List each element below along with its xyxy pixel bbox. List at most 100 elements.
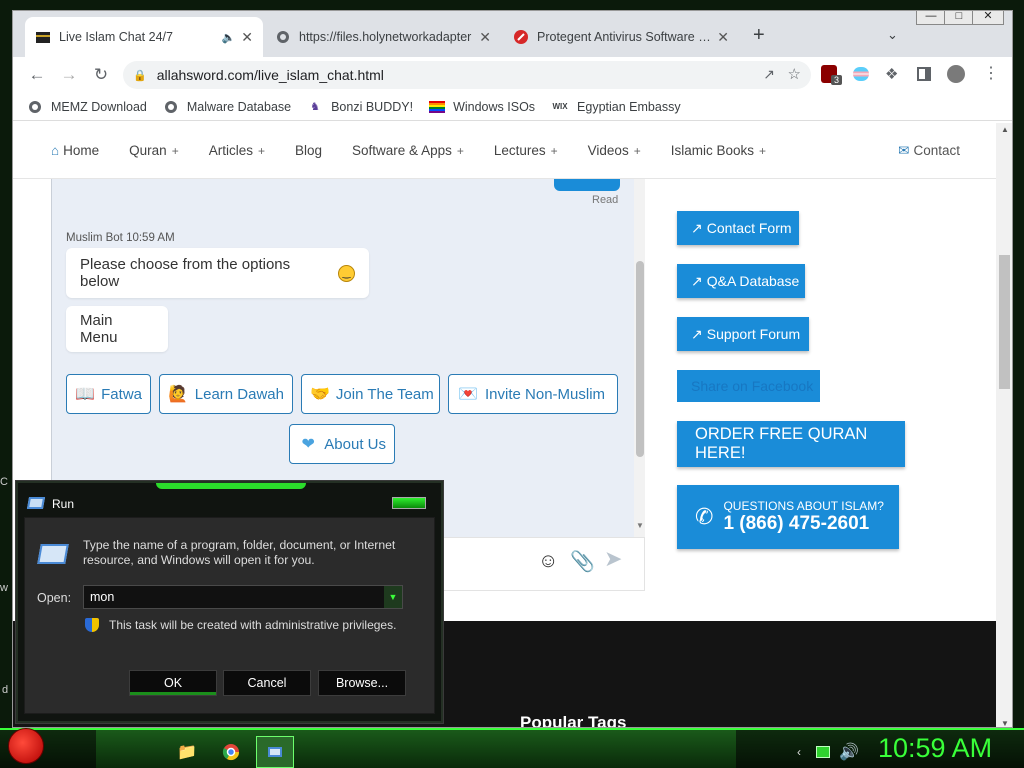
order-free-quran-button[interactable]: ORDER FREE QURAN HERE! bbox=[677, 421, 905, 467]
phone-number: 1 (866) 475-2601 bbox=[723, 513, 870, 534]
nav-contact[interactable]: ✉ Contact bbox=[898, 143, 960, 159]
taskbar-clock[interactable]: 10:59 AM bbox=[878, 733, 992, 764]
browse-button[interactable]: Browse... bbox=[318, 670, 406, 696]
scroll-up-arrow-icon[interactable]: ▲ bbox=[1001, 125, 1009, 134]
scroll-down-arrow-icon[interactable]: ▼ bbox=[1001, 719, 1009, 727]
browser-menu-icon[interactable]: ⋮ bbox=[983, 63, 999, 83]
chat-scroll-thumb[interactable] bbox=[636, 261, 644, 457]
chat-scrollbar[interactable]: ▼ bbox=[634, 179, 645, 537]
nav-articles[interactable]: Articles + bbox=[209, 143, 265, 158]
globe-icon bbox=[163, 99, 179, 115]
nav-blog[interactable]: Blog bbox=[295, 143, 322, 158]
nav-label: Articles bbox=[208, 143, 253, 158]
reload-icon[interactable]: ↻ bbox=[85, 61, 117, 89]
nav-label: Quran bbox=[129, 143, 167, 158]
expand-plus-icon: + bbox=[633, 144, 641, 158]
blue-heart-icon: ❤ bbox=[301, 436, 315, 453]
bookmark-bonzi-buddy[interactable]: ♞ Bonzi BUDDY! bbox=[307, 99, 413, 115]
option-learn-dawah[interactable]: 🙋 Learn Dawah bbox=[159, 374, 293, 414]
desktop-label-3: d bbox=[2, 684, 9, 696]
audio-playing-icon[interactable]: 🔈 bbox=[222, 31, 236, 44]
extensions-puzzle-icon[interactable]: ❖ bbox=[885, 65, 898, 83]
nav-label: Software & Apps bbox=[352, 143, 452, 158]
run-dialog-body: Type the name of a program, folder, docu… bbox=[24, 517, 435, 714]
bookmark-malware-database[interactable]: Malware Database bbox=[163, 99, 291, 115]
nav-home[interactable]: ⌂ Home bbox=[51, 143, 99, 158]
phone-icon: ✆ bbox=[695, 504, 714, 529]
close-tab-icon[interactable]: ✕ bbox=[717, 29, 729, 46]
start-button-angry-bird-icon[interactable] bbox=[8, 728, 44, 764]
desktop-label-2: w bbox=[0, 582, 8, 594]
bookmark-egyptian-embassy[interactable]: WIX Egyptian Embassy bbox=[551, 99, 681, 115]
chrome-icon[interactable] bbox=[212, 736, 250, 768]
close-window-button[interactable]: ✕ bbox=[972, 11, 1004, 25]
close-dialog-button[interactable] bbox=[392, 497, 426, 509]
page-scrollbar[interactable]: ▲ ▼ bbox=[996, 123, 1012, 727]
lock-icon: 🔒 bbox=[133, 69, 147, 82]
run-taskbar-icon[interactable] bbox=[256, 736, 294, 768]
nav-videos[interactable]: Videos + bbox=[588, 143, 641, 158]
bookmark-star-icon[interactable]: ☆ bbox=[788, 65, 801, 83]
bookmark-windows-isos[interactable]: Windows ISOs bbox=[429, 99, 535, 115]
option-fatwa[interactable]: 📖 Fatwa bbox=[66, 374, 151, 414]
profile-avatar[interactable] bbox=[947, 65, 965, 83]
desktop-label-1: C bbox=[0, 476, 8, 488]
cancel-button[interactable]: Cancel bbox=[223, 670, 311, 696]
close-tab-icon[interactable]: ✕ bbox=[479, 29, 491, 46]
run-description: Type the name of a program, folder, docu… bbox=[83, 538, 396, 567]
tab-search-chevron-icon[interactable]: ⌄ bbox=[887, 27, 898, 43]
expand-plus-icon: + bbox=[456, 144, 464, 158]
file-explorer-icon[interactable]: 📁 bbox=[168, 736, 206, 768]
back-arrow-icon[interactable]: ← bbox=[21, 61, 53, 89]
questions-label: QUESTIONS ABOUT ISLAM? bbox=[723, 499, 884, 513]
dropdown-arrow-icon[interactable]: ▼ bbox=[384, 586, 402, 608]
share-icon[interactable]: ↗ bbox=[763, 66, 775, 83]
minimize-button[interactable]: — bbox=[916, 11, 946, 25]
questions-phone-button[interactable]: ✆ QUESTIONS ABOUT ISLAM? 1 (866) 475-260… bbox=[677, 485, 899, 549]
new-tab-button[interactable]: + bbox=[753, 24, 765, 47]
ok-button[interactable]: OK bbox=[129, 670, 217, 696]
nav-label: Islamic Books bbox=[670, 143, 754, 158]
read-receipt: Read bbox=[592, 194, 619, 206]
browser-toolbar: ← → ↻ 🔒 allahsword.com/live_islam_chat.h… bbox=[13, 57, 1012, 93]
home-icon: ⌂ bbox=[51, 143, 60, 158]
share-facebook-button[interactable]: Share on Facebook bbox=[677, 370, 820, 402]
nav-label: Videos bbox=[587, 143, 629, 158]
external-link-icon: ↗ bbox=[691, 219, 703, 236]
button-label: Share on Facebook bbox=[691, 378, 814, 394]
emoji-picker-icon[interactable]: ☺ bbox=[538, 550, 558, 573]
contact-form-button[interactable]: ↗ Contact Form bbox=[677, 211, 799, 245]
tab-live-islam-chat[interactable]: Live Islam Chat 24/7 🔈 ✕ bbox=[25, 17, 263, 57]
bot-message-text: Please choose from the options below bbox=[80, 256, 291, 290]
tab-protegent-antivirus[interactable]: Protegent Antivirus Software | Do ✕ bbox=[503, 17, 739, 57]
scroll-down-arrow-icon[interactable]: ▼ bbox=[636, 521, 644, 530]
attachment-paperclip-icon[interactable]: 📎 bbox=[570, 549, 595, 574]
page-scroll-thumb[interactable] bbox=[999, 255, 1010, 389]
option-about-us[interactable]: ❤ About Us bbox=[289, 424, 395, 464]
bookmark-label: Egyptian Embassy bbox=[577, 99, 681, 114]
option-invite-non-muslim[interactable]: 💌 Invite Non-Muslim bbox=[448, 374, 618, 414]
support-forum-button[interactable]: ↗ Support Forum bbox=[677, 317, 809, 351]
side-panel-icon[interactable] bbox=[917, 67, 931, 81]
trans-flag-extension-icon[interactable] bbox=[853, 67, 869, 81]
tab-files-holynetworkadapter[interactable]: https://files.holynetworkadapter ✕ bbox=[265, 17, 501, 57]
volume-icon[interactable]: 🔊 bbox=[830, 736, 868, 768]
qa-database-button[interactable]: ↗ Q&A Database bbox=[677, 264, 805, 298]
maximize-button[interactable]: □ bbox=[944, 11, 974, 25]
bookmark-memz-download[interactable]: MEMZ Download bbox=[27, 99, 147, 115]
send-icon[interactable]: ➤ bbox=[604, 546, 622, 572]
option-join-the-team[interactable]: 🤝 Join The Team bbox=[301, 374, 440, 414]
nav-software-apps[interactable]: Software & Apps + bbox=[352, 143, 464, 158]
option-label: Invite Non-Muslim bbox=[485, 385, 606, 403]
nav-quran[interactable]: Quran + bbox=[129, 143, 179, 158]
nav-islamic-books[interactable]: Islamic Books + bbox=[671, 143, 766, 158]
forward-arrow-icon[interactable]: → bbox=[53, 61, 85, 89]
address-bar[interactable]: 🔒 allahsword.com/live_islam_chat.html ↗ … bbox=[123, 61, 811, 89]
open-input-value: mon bbox=[90, 590, 115, 604]
user-message-bubble bbox=[554, 179, 620, 191]
main-menu-text: Main Menu bbox=[80, 312, 118, 346]
uac-shield-icon bbox=[85, 618, 99, 632]
close-tab-icon[interactable]: ✕ bbox=[241, 29, 253, 46]
nav-lectures[interactable]: Lectures + bbox=[494, 143, 558, 158]
open-input[interactable]: mon ▼ bbox=[83, 585, 403, 609]
